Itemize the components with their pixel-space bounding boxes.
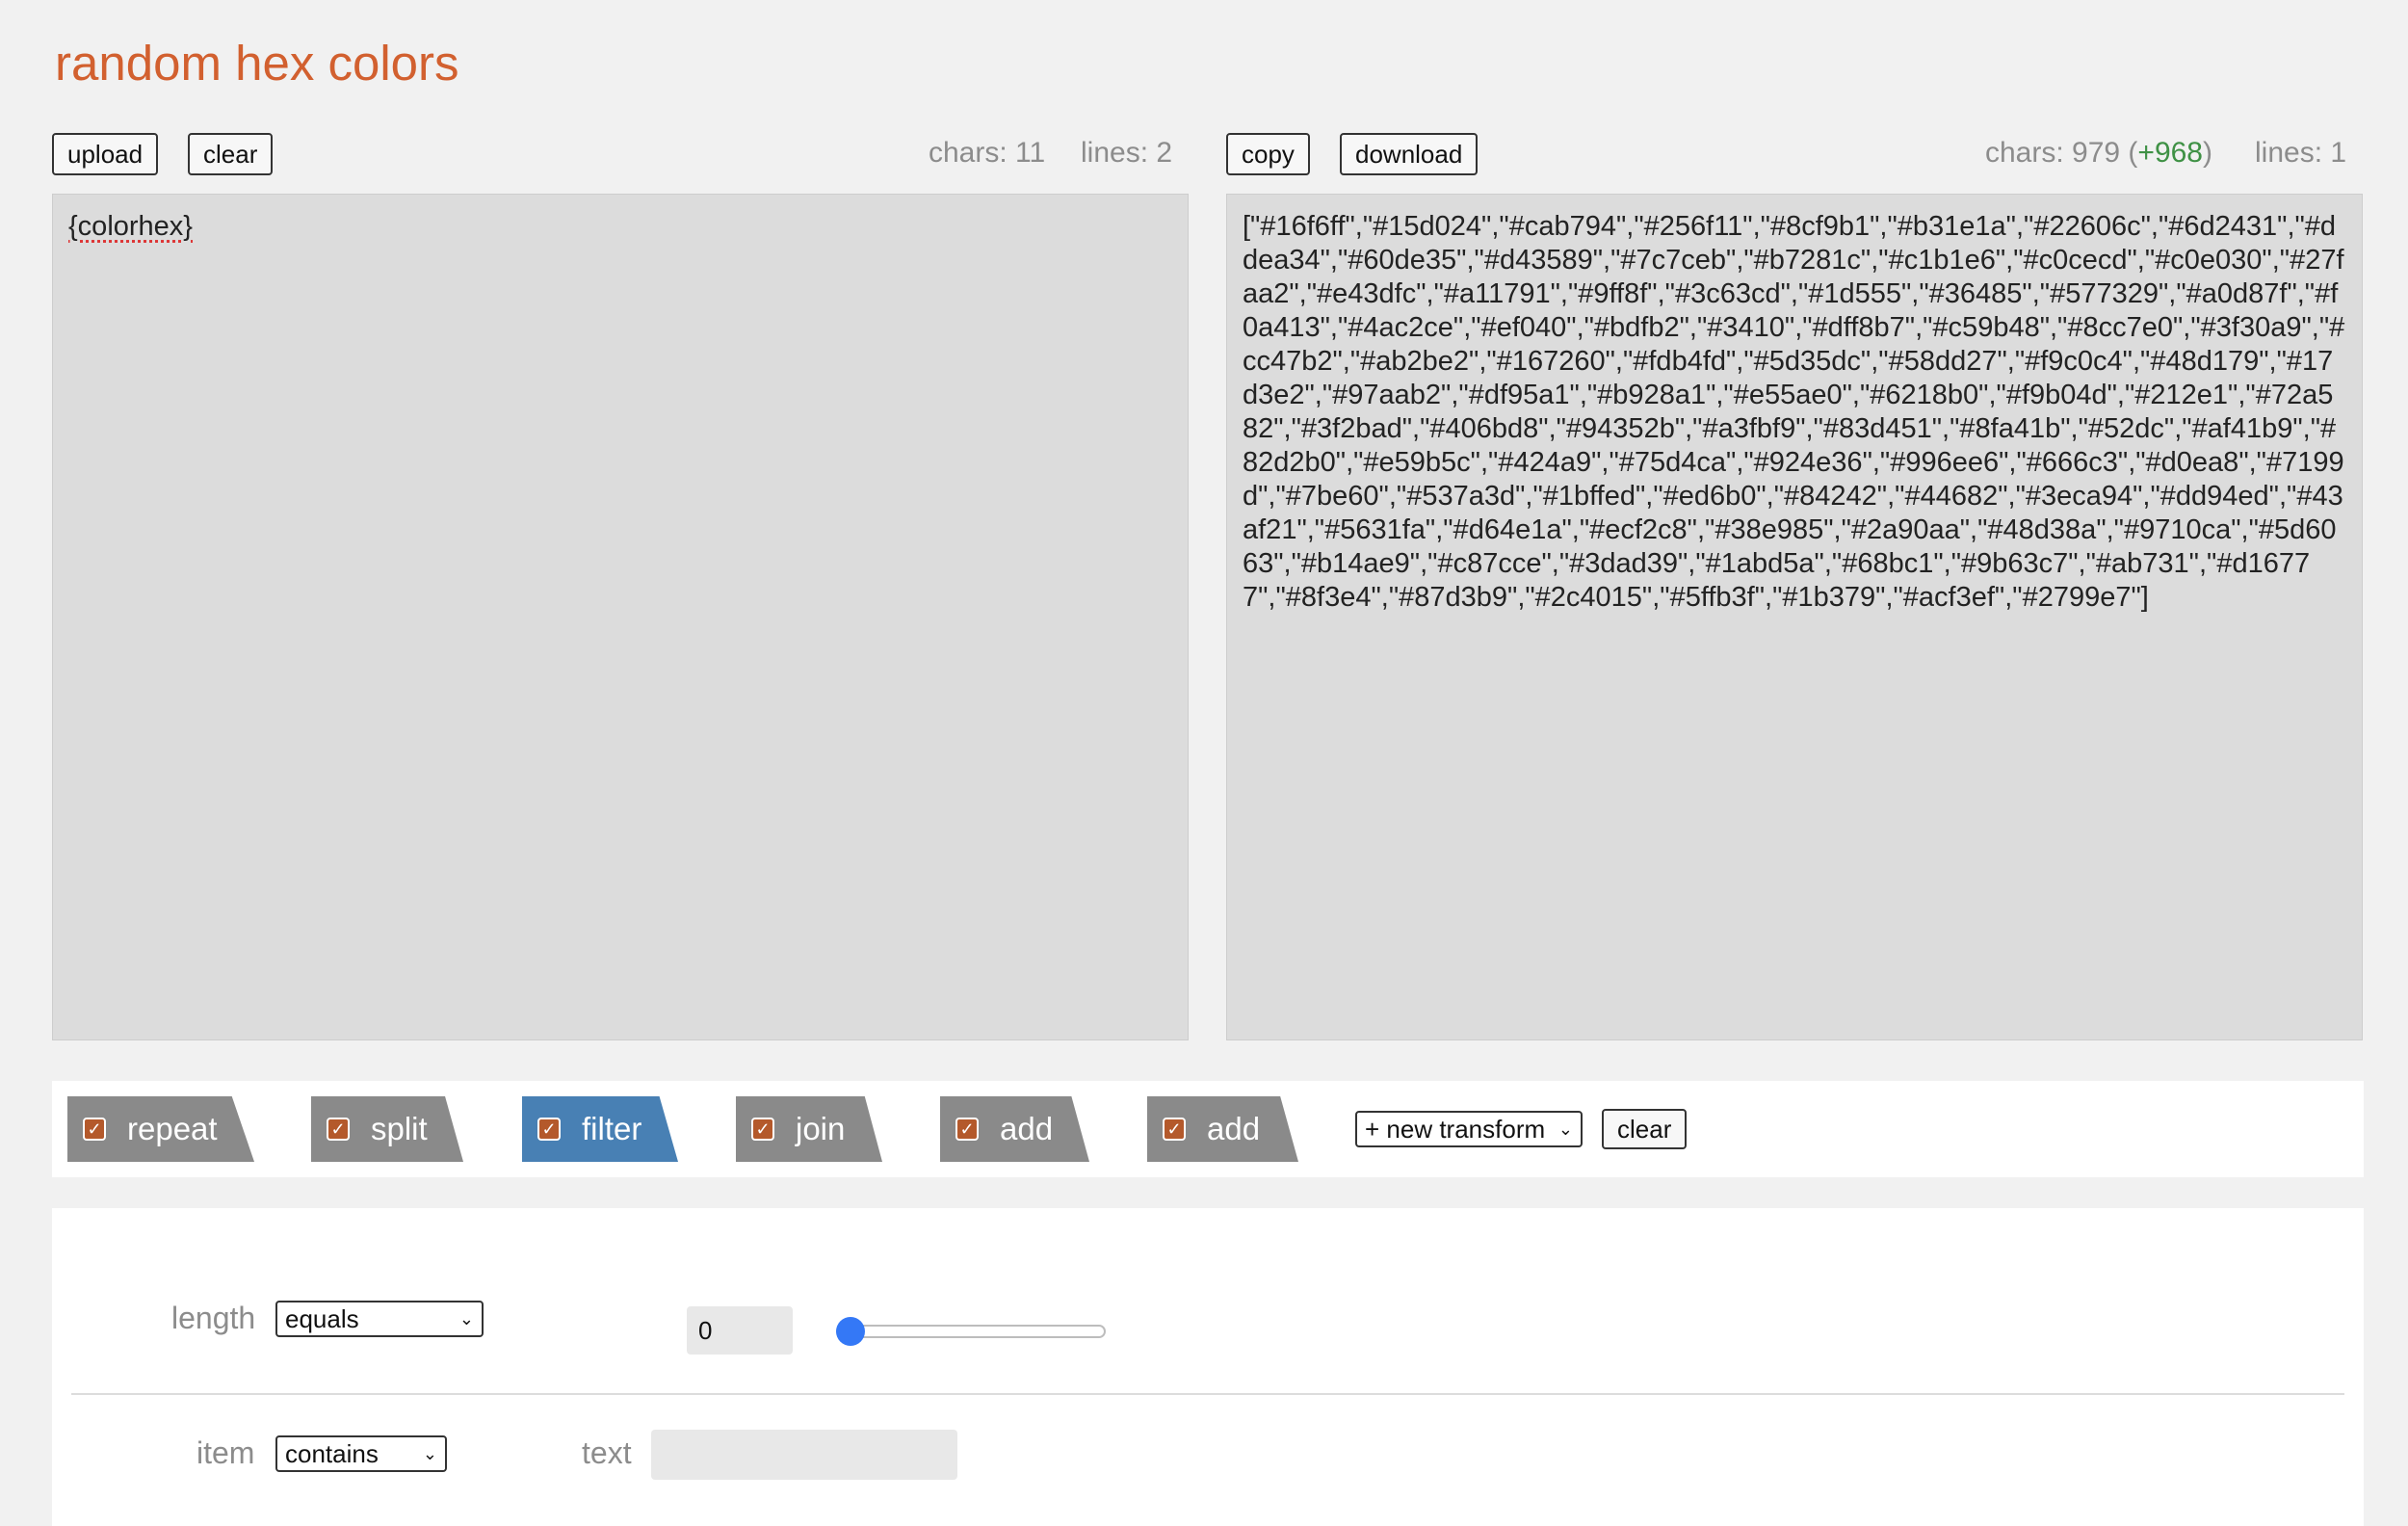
length-label: length <box>171 1301 256 1335</box>
checkbox-add-2[interactable]: ✓ <box>1163 1118 1186 1141</box>
slider-thumb[interactable] <box>836 1317 865 1346</box>
input-clear-button[interactable]: clear <box>188 133 274 175</box>
item-label: item <box>196 1435 255 1470</box>
tab-repeat[interactable]: ✓ repeat <box>67 1096 254 1162</box>
tab-label: split <box>371 1111 428 1146</box>
tab-join[interactable]: ✓ join <box>736 1096 882 1162</box>
tab-add-2[interactable]: ✓ add <box>1147 1096 1298 1162</box>
checkbox-repeat[interactable]: ✓ <box>83 1118 106 1141</box>
input-lines-count: lines: 2 <box>1081 137 1173 169</box>
divider <box>71 1393 2344 1395</box>
input-text: {colorhex} <box>68 211 193 242</box>
length-value: 0 <box>698 1315 713 1345</box>
transforms-clear-button[interactable]: clear <box>1602 1109 1688 1149</box>
length-mode-select[interactable]: equals ⌄ <box>275 1301 484 1337</box>
text-label: text <box>582 1435 632 1470</box>
length-value-input[interactable]: 0 <box>687 1306 793 1355</box>
checkbox-split[interactable]: ✓ <box>327 1118 350 1141</box>
copy-button[interactable]: copy <box>1226 133 1310 175</box>
chevron-down-icon: ⌄ <box>422 1443 437 1463</box>
tab-label: filter <box>582 1111 642 1146</box>
chevron-down-icon: ⌄ <box>458 1308 474 1329</box>
item-mode-select[interactable]: contains ⌄ <box>275 1435 447 1472</box>
tab-label: add <box>1000 1111 1054 1146</box>
length-mode-value: equals <box>285 1303 359 1333</box>
output-chars-count: chars: 979 (+968) <box>1985 137 2212 170</box>
tab-label: join <box>796 1111 846 1146</box>
checkbox-join[interactable]: ✓ <box>751 1118 774 1141</box>
tab-add[interactable]: ✓ add <box>940 1096 1089 1162</box>
chevron-down-icon: ⌄ <box>1557 1118 1573 1139</box>
tab-label: add <box>1207 1111 1261 1146</box>
input-textarea[interactable]: {colorhex} <box>52 194 1189 1040</box>
filter-settings: length equals ⌄ 0 item contains ⌄ text <box>52 1208 2364 1526</box>
output-chars-text: chars: 979 ( <box>1985 137 2138 169</box>
tab-split[interactable]: ✓ split <box>311 1096 463 1162</box>
output-textarea[interactable]: ["#16f6ff","#15d024","#cab794","#256f11"… <box>1226 194 2363 1040</box>
transform-bar: ✓ repeat ✓ split ✓ filter ✓ join ✓ add ✓… <box>52 1081 2364 1177</box>
upload-button[interactable]: upload <box>52 133 159 175</box>
input-chars-count: chars: 11 <box>929 137 1046 169</box>
checkbox-add[interactable]: ✓ <box>955 1118 979 1141</box>
tab-label: repeat <box>127 1111 218 1146</box>
output-lines-count: lines: 1 <box>2255 137 2347 169</box>
checkbox-filter[interactable]: ✓ <box>537 1118 561 1141</box>
output-chars-close: ) <box>2203 137 2212 169</box>
item-mode-value: contains <box>285 1438 379 1468</box>
output-text: ["#16f6ff","#15d024","#cab794","#256f11"… <box>1243 211 2345 613</box>
new-transform-label: + new transform <box>1365 1114 1546 1144</box>
text-input[interactable] <box>651 1430 957 1480</box>
output-chars-delta: +968 <box>2137 137 2203 169</box>
download-button[interactable]: download <box>1340 133 1479 175</box>
new-transform-select[interactable]: + new transform ⌄ <box>1355 1111 1583 1147</box>
length-slider[interactable] <box>836 1325 1106 1338</box>
page-title: random hex colors <box>55 36 459 91</box>
tab-filter[interactable]: ✓ filter <box>522 1096 678 1162</box>
